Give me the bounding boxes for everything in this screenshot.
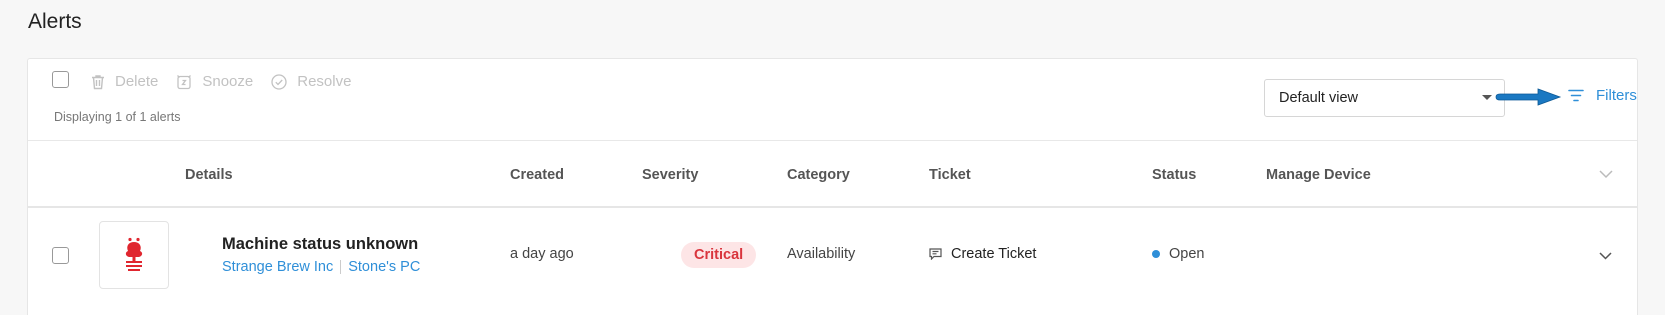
chevron-down-icon[interactable] — [1599, 252, 1612, 260]
category-value: Availability — [787, 246, 856, 262]
delete-button[interactable]: Delete — [91, 73, 158, 90]
snooze-button[interactable]: Snooze — [176, 73, 253, 90]
resolve-button[interactable]: Resolve — [271, 73, 351, 90]
comment-icon — [929, 248, 942, 260]
column-header-category[interactable]: Category — [787, 167, 850, 183]
delete-label: Delete — [115, 73, 159, 90]
severity-badge: Critical — [681, 242, 757, 268]
trash-icon — [92, 74, 104, 89]
table-header: Details Created Severity Category Ticket… — [28, 141, 1637, 208]
status-dot — [1152, 250, 1160, 258]
create-ticket-button[interactable]: Create Ticket — [929, 246, 1036, 262]
status-indicator: Open — [1152, 246, 1204, 262]
alerts-toolbar: Delete Snooze Resolve Displaying 1 of 1 … — [28, 59, 1637, 141]
tree-crest-icon — [125, 237, 143, 271]
link-divider — [340, 260, 342, 274]
alarm-clock-icon — [177, 74, 192, 89]
chevron-down-icon — [1482, 95, 1492, 100]
results-count: Displaying 1 of 1 alerts — [54, 110, 181, 124]
alerts-panel: Delete Snooze Resolve Displaying 1 of 1 … — [27, 58, 1638, 315]
column-header-details[interactable]: Details — [185, 167, 233, 183]
chevron-down-icon[interactable] — [1599, 170, 1613, 179]
table-row[interactable]: Machine status unknown Strange Brew Inc … — [28, 209, 1637, 315]
column-header-severity[interactable]: Severity — [642, 167, 698, 183]
filters-label: Filters — [1596, 87, 1637, 104]
page-title: Alerts — [28, 10, 82, 33]
select-all-checkbox[interactable] — [52, 71, 69, 88]
resolve-label: Resolve — [297, 73, 352, 90]
arrow-right-icon — [1495, 88, 1562, 106]
alert-source-links: Strange Brew Inc Stone's PC — [222, 259, 420, 275]
column-header-ticket[interactable]: Ticket — [929, 167, 971, 183]
device-logo — [99, 221, 169, 289]
column-header-status[interactable]: Status — [1152, 167, 1196, 183]
row-checkbox[interactable] — [52, 247, 69, 264]
status-label: Open — [1169, 246, 1205, 262]
view-select[interactable]: Default view — [1264, 79, 1505, 117]
created-time: a day ago — [510, 246, 574, 262]
device-link[interactable]: Stone's PC — [348, 259, 420, 275]
filter-icon — [1568, 89, 1584, 102]
snooze-label: Snooze — [202, 73, 254, 90]
view-select-value: Default view — [1279, 90, 1358, 106]
check-circle-icon — [271, 73, 287, 90]
bulk-actions: Delete Snooze Resolve — [91, 73, 369, 90]
column-header-manage-device[interactable]: Manage Device — [1266, 167, 1371, 183]
alert-title[interactable]: Machine status unknown — [222, 235, 418, 254]
column-header-created[interactable]: Created — [510, 167, 564, 183]
organization-link[interactable]: Strange Brew Inc — [222, 259, 333, 275]
create-ticket-label: Create Ticket — [951, 246, 1037, 262]
filters-button[interactable]: Filters — [1568, 87, 1637, 104]
